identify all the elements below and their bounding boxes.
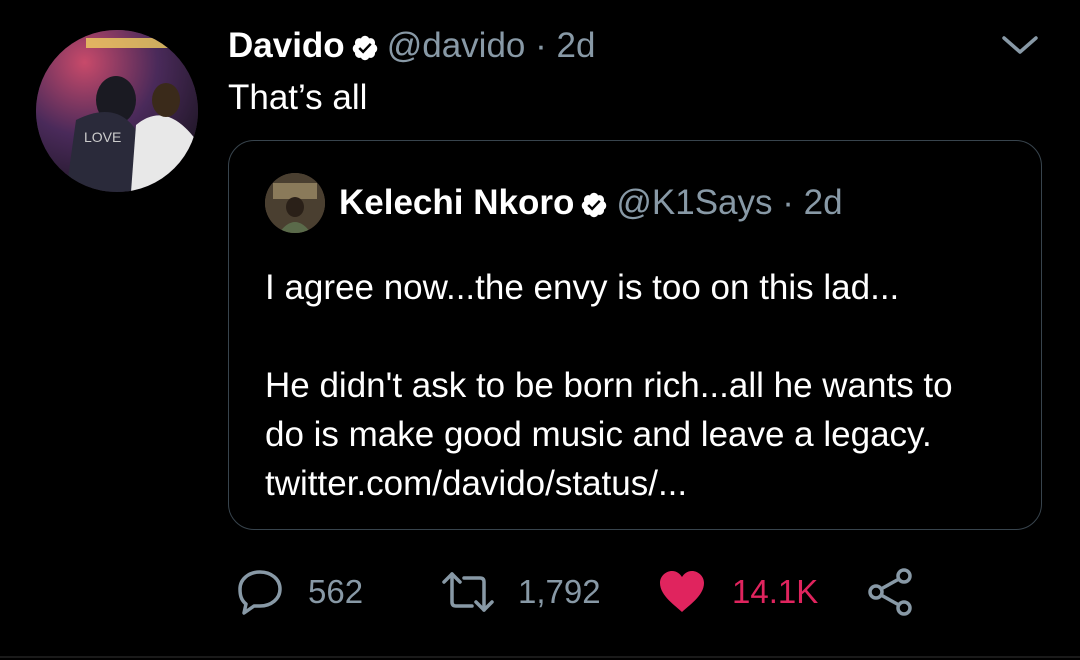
quoted-tweet[interactable]: Kelechi Nkoro @K1Says · 2d I agree now...… xyxy=(228,140,1042,530)
verified-badge-icon xyxy=(351,27,379,75)
retweet-button[interactable]: 1,792 xyxy=(440,562,601,622)
quoted-link[interactable]: twitter.com/davido/status/... xyxy=(265,459,1025,508)
author-handle[interactable]: @davido xyxy=(387,26,526,65)
quoted-author-avatar[interactable] xyxy=(265,173,325,233)
tweet-header: Davido @davido · 2d xyxy=(228,22,595,75)
quoted-tweet-text: I agree now...the envy is too on this la… xyxy=(265,263,1025,508)
like-count: 14.1K xyxy=(732,573,819,610)
separator-dot: · xyxy=(535,26,547,65)
svg-text:LOVE: LOVE xyxy=(84,129,121,145)
quoted-text-line: I agree now...the envy is too on this la… xyxy=(265,268,900,307)
retweet-count: 1,792 xyxy=(518,573,601,610)
share-icon xyxy=(864,566,916,618)
quoted-text-line: do is make good music and leave a legacy… xyxy=(265,415,932,454)
author-name[interactable]: Davido xyxy=(228,26,345,65)
quoted-author-name[interactable]: Kelechi Nkoro xyxy=(339,183,574,222)
author-avatar[interactable]: LOVE xyxy=(36,30,198,192)
tweet-text: That’s all xyxy=(228,78,368,117)
reply-button[interactable]: 562 xyxy=(234,562,363,622)
retweet-icon xyxy=(440,566,496,618)
reply-icon xyxy=(234,566,286,618)
heart-icon xyxy=(656,566,708,618)
quoted-timestamp[interactable]: 2d xyxy=(804,183,843,222)
separator-dot: · xyxy=(782,183,794,222)
quoted-author-handle[interactable]: @K1Says xyxy=(616,183,772,222)
quoted-text-line: He didn't ask to be born rich...all he w… xyxy=(265,366,953,405)
quoted-tweet-header: Kelechi Nkoro @K1Says · 2d xyxy=(339,179,843,232)
like-button[interactable]: 14.1K xyxy=(656,562,818,622)
share-button[interactable] xyxy=(864,562,916,622)
reply-count: 562 xyxy=(308,573,364,610)
verified-badge-icon xyxy=(580,184,608,232)
tweet: LOVE Davido @davido · 2d That’s all Kelec… xyxy=(0,0,1080,660)
action-bar: 562 1,792 14.1K xyxy=(0,562,1080,622)
timestamp[interactable]: 2d xyxy=(557,26,596,65)
divider xyxy=(0,656,1080,658)
chevron-down-icon[interactable] xyxy=(1000,32,1040,60)
